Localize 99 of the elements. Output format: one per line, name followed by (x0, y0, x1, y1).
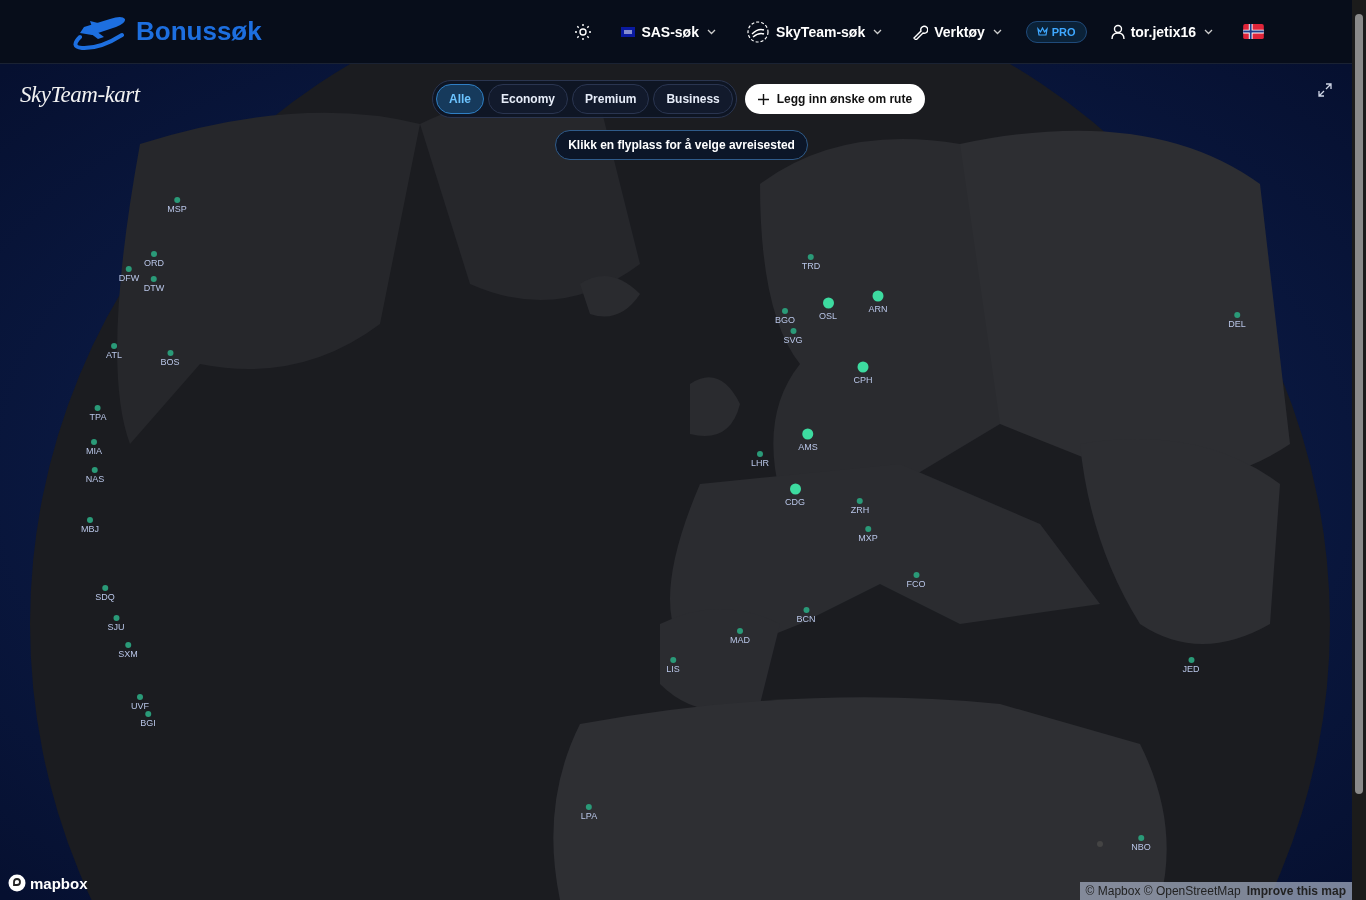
airport-marker[interactable] (113, 615, 119, 621)
airport-marker[interactable] (670, 657, 676, 663)
airport-code: MXP (858, 533, 878, 543)
airport-marker[interactable] (174, 197, 180, 203)
airport-code: JED (1182, 664, 1200, 674)
map-title: SkyTeam-kart (20, 82, 140, 108)
airport-marker[interactable] (91, 439, 97, 445)
airport-code: MAD (730, 635, 750, 645)
airport-code: TRD (801, 261, 821, 271)
airport-marker[interactable] (151, 251, 157, 257)
airport-marker[interactable] (87, 517, 93, 523)
plus-icon (757, 93, 769, 105)
airport-code: MIA (86, 446, 102, 456)
airport-marker[interactable] (737, 628, 743, 634)
airport-marker[interactable] (125, 642, 131, 648)
nav-menu-button[interactable]: SkyTeam-søk (745, 19, 883, 44)
airport-marker[interactable] (857, 361, 869, 373)
brand-name: Bonussøk (136, 16, 262, 47)
airport-marker[interactable] (757, 451, 763, 457)
airport-marker[interactable] (1138, 835, 1144, 841)
airport-marker[interactable] (857, 498, 863, 504)
airport-marker[interactable] (137, 694, 143, 700)
airport-code: CDG (785, 497, 805, 507)
airport-marker[interactable] (865, 526, 871, 532)
chevron-down-icon (992, 28, 1002, 35)
airport-code: ARN (868, 304, 888, 314)
chevron-down-icon (873, 28, 883, 35)
airport-marker[interactable] (111, 343, 117, 349)
airport-code: ORD (144, 258, 164, 268)
airline-logo-icon (621, 26, 636, 37)
airport-marker[interactable] (808, 254, 814, 260)
hint-banner: Klikk en flyplass for å velge avreisested (555, 130, 808, 160)
add-route-button[interactable]: Legg inn ønske om rute (744, 84, 926, 114)
airport-code: DFW (118, 273, 140, 283)
airport-marker[interactable] (151, 276, 157, 282)
nav-menu-button[interactable]: Verktøy (912, 23, 1002, 40)
airport-marker[interactable] (790, 328, 796, 334)
scrollbar[interactable] (1352, 0, 1366, 900)
sun-icon[interactable] (575, 23, 592, 40)
user-menu-button[interactable]: tor.jetix16 (1110, 23, 1213, 40)
airport-code: DTW (143, 283, 165, 293)
airport-code: TPA (89, 412, 107, 422)
airport-marker[interactable] (803, 607, 809, 613)
improve-map-link[interactable]: Improve this map (1246, 884, 1346, 898)
airport-code: FCO (906, 579, 926, 589)
airport-code: LIS (666, 664, 680, 674)
airport-code: LPA (580, 811, 598, 821)
crown-icon (1036, 27, 1048, 36)
airport-code: NAS (85, 474, 105, 484)
filter-tab[interactable]: Economy (488, 84, 569, 114)
airport-code: BOS (160, 357, 180, 367)
airport-marker[interactable] (802, 428, 814, 440)
airport-code: AMS (798, 442, 818, 452)
airport-marker[interactable] (872, 290, 884, 302)
airport-code: ATL (106, 350, 122, 360)
airport-code: SJU (107, 622, 125, 632)
airport-code: UVF (131, 701, 149, 711)
airport-marker[interactable] (586, 804, 592, 810)
filter-tab[interactable]: Premium (572, 84, 650, 114)
attribution-text: © Mapbox © OpenStreetMap (1085, 884, 1241, 898)
airport-marker[interactable] (1188, 657, 1194, 663)
airport-code: BGO (775, 315, 795, 325)
chevron-down-icon (706, 28, 716, 35)
airport-code: SXM (118, 649, 138, 659)
airport-marker[interactable] (95, 405, 101, 411)
airport-marker[interactable] (913, 572, 919, 578)
airport-marker[interactable] (145, 711, 151, 717)
airport-code: BGI (140, 718, 156, 728)
airport-code: MBJ (81, 524, 99, 534)
filter-tab[interactable]: Alle (436, 84, 484, 114)
filter-tab[interactable]: Business (653, 84, 733, 114)
airport-marker[interactable] (102, 585, 108, 591)
airport-code: OSL (819, 311, 837, 321)
fullscreen-icon[interactable] (1318, 83, 1332, 97)
airport-marker[interactable] (1234, 312, 1240, 318)
airport-code: CPH (853, 375, 873, 385)
nav-menu-button[interactable]: SAS-søk (621, 23, 716, 40)
airport-code: ZRH (850, 505, 870, 515)
airport-marker[interactable] (822, 297, 834, 309)
airport-code: SDQ (95, 592, 115, 602)
airport-code: MSP (167, 204, 187, 214)
swirl-logo-icon (745, 19, 770, 44)
airport-code: DEL (1228, 319, 1246, 329)
airport-code: NBO (1131, 842, 1151, 852)
wrench-icon (912, 23, 929, 40)
mapbox-logo[interactable]: mapbox (8, 874, 88, 892)
airport-marker[interactable] (789, 483, 801, 495)
airport-marker[interactable] (167, 350, 173, 356)
chevron-down-icon (1204, 28, 1213, 35)
flag-icon[interactable] (1243, 24, 1264, 39)
airport-marker[interactable] (92, 467, 98, 473)
airport-code: BCN (796, 614, 816, 624)
badge-label: PRO (1051, 25, 1076, 38)
brand-logo[interactable]: Bonussøk (70, 12, 262, 51)
airport-code: LHR (751, 458, 769, 468)
airport-marker[interactable] (126, 266, 132, 272)
user-icon (1110, 23, 1125, 40)
airport-code: SVG (783, 335, 803, 345)
airport-marker[interactable] (782, 308, 788, 314)
